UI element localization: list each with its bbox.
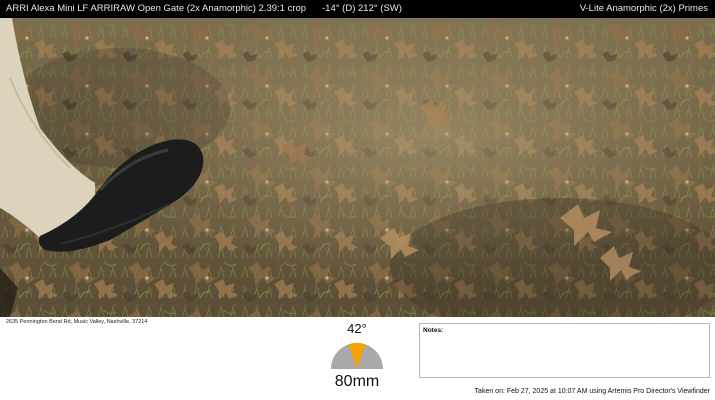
camera-format-label: ARRI Alexa Mini LF ARRIRAW Open Gate (2x…	[6, 3, 307, 14]
field-of-view-gauge-icon	[331, 342, 383, 369]
viewfinder-photo	[0, 18, 715, 317]
viewfinder-frame: ARRI Alexa Mini LF ARRIRAW Open Gate (2x…	[0, 0, 715, 400]
notes-field[interactable]: Notes:	[419, 323, 710, 378]
lens-label: V-Lite Anamorphic (2x) Primes	[579, 3, 708, 14]
location-address: 2635 Pennington Bend Rd, Music Valley, N…	[6, 319, 148, 325]
angle-of-view-value: 42°	[347, 321, 367, 336]
notes-label: Notes:	[423, 327, 444, 334]
focal-length-value: 80mm	[334, 373, 380, 390]
header-bar: ARRI Alexa Mini LF ARRIRAW Open Gate (2x…	[0, 0, 715, 18]
capture-info: Taken on: Feb 27, 2025 at 10:07 AM using…	[474, 388, 710, 395]
orientation-label: -14° (D) 212° (SW)	[322, 3, 402, 14]
